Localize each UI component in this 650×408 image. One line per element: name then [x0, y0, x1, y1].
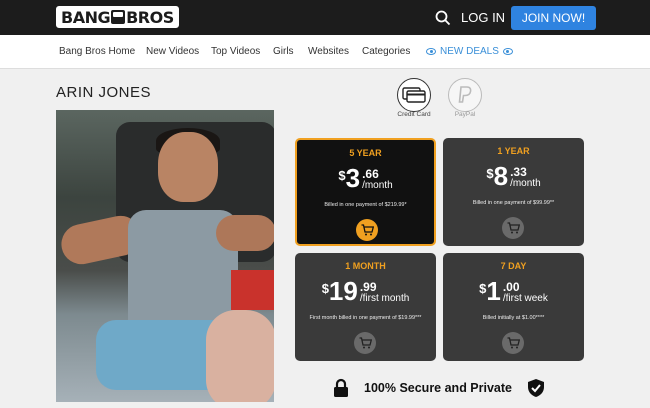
nav-item-new-videos[interactable]: New Videos	[146, 46, 199, 57]
price-currency: $	[479, 281, 487, 296]
main-nav: Bang Bros Home New Videos Top Videos Gir…	[0, 35, 650, 69]
price-period: /first month	[359, 293, 410, 304]
billing-note: Billed in one payment of $99.99**	[472, 200, 555, 206]
nav-item-categories[interactable]: Categories	[362, 46, 410, 57]
cart-button[interactable]	[502, 217, 524, 239]
logo-text-left: BANG	[61, 7, 111, 27]
paypal-option[interactable]	[448, 78, 482, 112]
price-integer: 8	[493, 161, 509, 191]
model-photo	[56, 110, 274, 402]
price-currency: $	[486, 166, 494, 181]
price-decimal: .66	[362, 167, 379, 181]
logo-box: BANG BROS	[56, 6, 179, 28]
nav-item-new-deals[interactable]: NEW DEALS	[426, 46, 513, 57]
cart-button[interactable]	[502, 332, 524, 354]
nav-item-top-videos[interactable]: Top Videos	[211, 46, 260, 57]
top-header: BANG BROS LOG IN JOIN NOW!	[0, 0, 650, 35]
paypal-icon	[458, 86, 472, 103]
billing-note: Billed in one payment of $219.99*	[324, 202, 407, 208]
credit-card-icon	[402, 87, 426, 103]
nav-item-websites[interactable]: Websites	[308, 46, 349, 57]
plan-card-5-year[interactable]: 5 YEAR $ 3 .66 /month Billed in one paym…	[295, 138, 436, 246]
plan-name: 1 YEAR	[497, 146, 530, 156]
plan-card-7-day[interactable]: 7 DAY $ 1 .00 /first week Billed initial…	[443, 253, 584, 361]
nav-item-girls[interactable]: Girls	[273, 46, 294, 57]
plan-price: $ 3 .66 /month	[297, 165, 434, 191]
price-decimal: .99	[359, 280, 377, 294]
plan-price: $ 8 .33 /month	[443, 163, 584, 189]
billing-note: Billed initially at $1.00****	[482, 315, 545, 321]
price-period: /month	[362, 180, 393, 191]
price-currency: $	[321, 281, 329, 296]
secure-text: 100% Secure and Private	[364, 381, 512, 395]
login-link[interactable]: LOG IN	[461, 10, 505, 25]
price-currency: $	[338, 168, 346, 183]
cart-icon	[507, 222, 520, 234]
search-icon[interactable]	[435, 10, 451, 26]
bus-icon	[111, 10, 126, 24]
price-integer: 1	[486, 276, 501, 306]
plan-name: 5 YEAR	[349, 148, 382, 158]
price-integer: 19	[328, 276, 358, 306]
site-logo[interactable]: BANG BROS	[56, 6, 179, 28]
credit-card-label: Credit Card	[397, 111, 431, 118]
price-decimal: .33	[510, 165, 527, 179]
price-period: /first week	[502, 293, 548, 304]
plan-card-1-month[interactable]: 1 MONTH $ 19 .99 /first month First mont…	[295, 253, 436, 361]
shield-check-icon	[528, 379, 544, 397]
join-now-button[interactable]: JOIN NOW!	[511, 6, 596, 30]
cart-button[interactable]	[354, 332, 376, 354]
cart-icon	[361, 224, 374, 236]
cart-icon	[507, 337, 520, 349]
plan-price: $ 19 .99 /first month	[295, 278, 436, 304]
credit-card-option[interactable]	[397, 78, 431, 112]
price-integer: 3	[345, 163, 361, 193]
plan-name: 7 DAY	[500, 261, 527, 271]
eye-icon	[426, 48, 436, 55]
price-decimal: .00	[502, 280, 520, 294]
cart-button[interactable]	[356, 219, 378, 241]
cart-icon	[359, 337, 372, 349]
deals-label: NEW DEALS	[440, 46, 499, 57]
secure-banner: 100% Secure and Private	[333, 378, 545, 398]
lock-icon	[334, 378, 348, 397]
price-period: /month	[510, 178, 541, 189]
logo-text-right: BROS	[126, 7, 174, 27]
plan-price: $ 1 .00 /first week	[443, 278, 584, 304]
nav-item-home[interactable]: Bang Bros Home	[59, 46, 135, 57]
eye-icon	[502, 48, 513, 55]
plan-card-1-year[interactable]: 1 YEAR $ 8 .33 /month Billed in one paym…	[443, 138, 584, 246]
plan-name: 1 MONTH	[345, 261, 386, 271]
paypal-label: PayPal	[454, 111, 476, 118]
billing-note: First month billed in one payment of $19…	[309, 315, 422, 321]
page-title: ARIN JONES	[56, 84, 152, 101]
